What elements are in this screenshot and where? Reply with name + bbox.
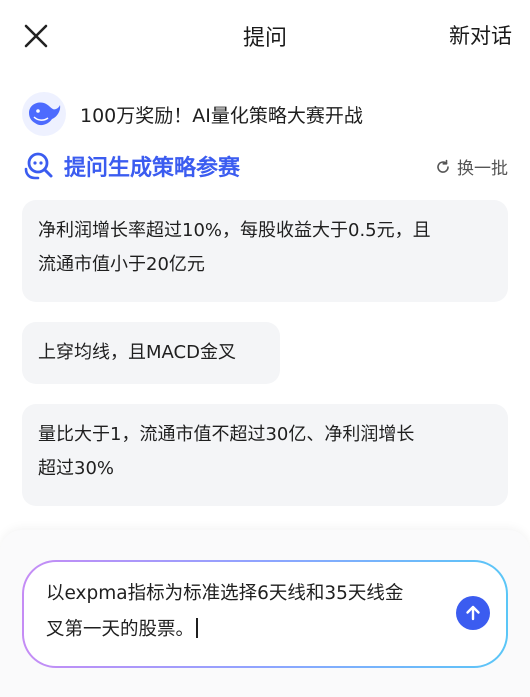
suggestion-text-line: 流通市值小于20亿元 (38, 254, 205, 275)
question-input-text: 以expma指标为标准选择6天线和35天线金 叉第一天的股票。 (46, 576, 436, 648)
search-chat-icon (22, 149, 56, 183)
question-input-border: 以expma指标为标准选择6天线和35天线金 叉第一天的股票。 (22, 560, 508, 668)
suggestion-text-line: 量比大于1，流通市值不超过30亿、净利润增长 (38, 424, 415, 445)
suggestion-text-line: 上穿均线，且MACD金叉 (38, 342, 236, 363)
promo-text: 100万奖励！AI量化策略大赛开战 (80, 104, 363, 127)
arrow-up-icon (466, 605, 480, 621)
whale-logo-icon (22, 92, 66, 136)
new-chat-button[interactable]: 新对话 (449, 20, 512, 50)
input-text-line: 叉第一天的股票。 (46, 619, 195, 640)
question-input[interactable]: 以expma指标为标准选择6天线和35天线金 叉第一天的股票。 (24, 562, 506, 666)
refresh-label: 换一批 (457, 159, 508, 179)
suggestion-card[interactable]: 量比大于1，流通市值不超过30亿、净利润增长 超过30% (22, 404, 508, 506)
suggestion-text-line: 超过30% (38, 458, 115, 479)
refresh-button[interactable]: 换一批 (435, 154, 508, 179)
top-bar: 提问 新对话 (0, 0, 530, 72)
promo-banner[interactable]: 100万奖励！AI量化策略大赛开战 (22, 92, 363, 136)
text-caret (196, 618, 199, 638)
input-text-line: 以expma指标为标准选择6天线和35天线金 (46, 583, 404, 604)
send-button[interactable] (456, 596, 490, 630)
suggestion-text-line: 净利润增长率超过10%，每股收益大于0.5元，且 (38, 220, 431, 241)
section-title: 提问生成策略参赛 (64, 156, 241, 181)
suggestion-card[interactable]: 上穿均线，且MACD金叉 (22, 322, 280, 384)
close-icon[interactable] (20, 20, 52, 52)
suggestion-card[interactable]: 净利润增长率超过10%，每股收益大于0.5元，且 流通市值小于20亿元 (22, 200, 508, 302)
refresh-icon (437, 159, 449, 173)
section-header: 提问生成策略参赛 换一批 (22, 146, 512, 186)
